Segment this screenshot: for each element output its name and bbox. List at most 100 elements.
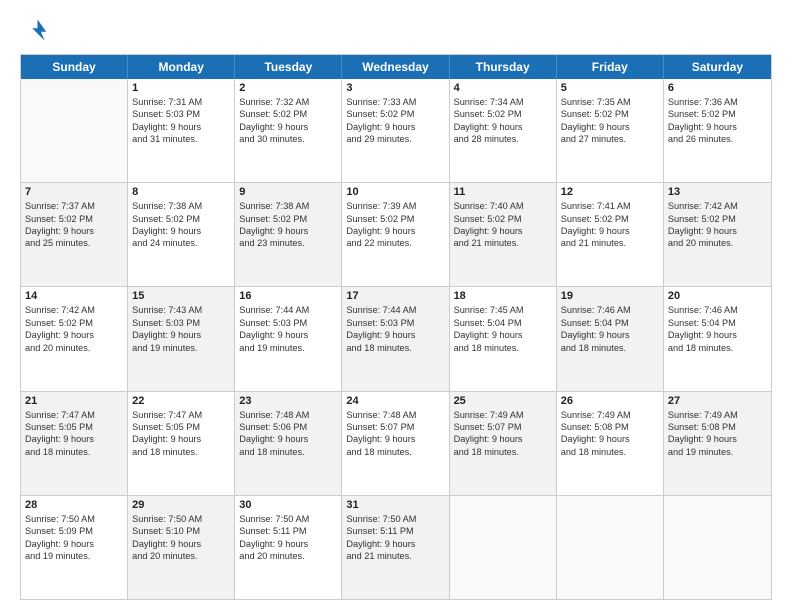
cell-line: Daylight: 9 hours	[561, 329, 659, 341]
day-number: 12	[561, 186, 659, 198]
cell-line: Daylight: 9 hours	[561, 225, 659, 237]
cell-line: and 18 minutes.	[454, 446, 552, 458]
header-cell-wednesday: Wednesday	[342, 55, 449, 79]
calendar-cell: 26Sunrise: 7:49 AMSunset: 5:08 PMDayligh…	[557, 392, 664, 495]
calendar-row: 14Sunrise: 7:42 AMSunset: 5:02 PMDayligh…	[21, 286, 771, 390]
day-number: 21	[25, 395, 123, 407]
cell-line: Sunset: 5:04 PM	[454, 317, 552, 329]
cell-line: and 18 minutes.	[346, 446, 444, 458]
cell-line: and 22 minutes.	[346, 237, 444, 249]
header-cell-sunday: Sunday	[21, 55, 128, 79]
cell-line: Sunset: 5:08 PM	[561, 421, 659, 433]
cell-line: Sunset: 5:11 PM	[346, 525, 444, 537]
calendar-cell: 7Sunrise: 7:37 AMSunset: 5:02 PMDaylight…	[21, 183, 128, 286]
cell-line: Daylight: 9 hours	[25, 225, 123, 237]
cell-line: Daylight: 9 hours	[239, 538, 337, 550]
cell-line: and 19 minutes.	[25, 550, 123, 562]
cell-line: Sunrise: 7:44 AM	[239, 304, 337, 316]
cell-line: Sunset: 5:03 PM	[239, 317, 337, 329]
calendar-cell: 21Sunrise: 7:47 AMSunset: 5:05 PMDayligh…	[21, 392, 128, 495]
logo	[20, 16, 52, 44]
cell-line: Sunrise: 7:50 AM	[25, 513, 123, 525]
cell-line: Daylight: 9 hours	[346, 433, 444, 445]
calendar-cell: 28Sunrise: 7:50 AMSunset: 5:09 PMDayligh…	[21, 496, 128, 599]
cell-line: and 31 minutes.	[132, 133, 230, 145]
calendar-cell	[450, 496, 557, 599]
cell-line: Sunrise: 7:38 AM	[132, 200, 230, 212]
cell-line: Sunset: 5:03 PM	[132, 108, 230, 120]
day-number: 27	[668, 395, 767, 407]
cell-line: Daylight: 9 hours	[454, 329, 552, 341]
calendar-cell: 4Sunrise: 7:34 AMSunset: 5:02 PMDaylight…	[450, 79, 557, 182]
cell-line: Sunset: 5:03 PM	[132, 317, 230, 329]
calendar-cell: 11Sunrise: 7:40 AMSunset: 5:02 PMDayligh…	[450, 183, 557, 286]
calendar-cell: 5Sunrise: 7:35 AMSunset: 5:02 PMDaylight…	[557, 79, 664, 182]
cell-line: Sunset: 5:10 PM	[132, 525, 230, 537]
cell-line: and 18 minutes.	[25, 446, 123, 458]
cell-line: Sunrise: 7:36 AM	[668, 96, 767, 108]
day-number: 20	[668, 290, 767, 302]
calendar-cell: 23Sunrise: 7:48 AMSunset: 5:06 PMDayligh…	[235, 392, 342, 495]
cell-line: Sunset: 5:04 PM	[668, 317, 767, 329]
calendar-cell: 16Sunrise: 7:44 AMSunset: 5:03 PMDayligh…	[235, 287, 342, 390]
calendar-cell: 2Sunrise: 7:32 AMSunset: 5:02 PMDaylight…	[235, 79, 342, 182]
cell-line: and 21 minutes.	[454, 237, 552, 249]
cell-line: and 18 minutes.	[132, 446, 230, 458]
cell-line: Sunset: 5:03 PM	[346, 317, 444, 329]
cell-line: Daylight: 9 hours	[346, 538, 444, 550]
cell-line: Daylight: 9 hours	[132, 329, 230, 341]
calendar-row: 28Sunrise: 7:50 AMSunset: 5:09 PMDayligh…	[21, 495, 771, 599]
cell-line: Sunset: 5:02 PM	[346, 213, 444, 225]
cell-line: and 18 minutes.	[561, 446, 659, 458]
day-number: 8	[132, 186, 230, 198]
cell-line: and 19 minutes.	[239, 342, 337, 354]
cell-line: Sunrise: 7:42 AM	[25, 304, 123, 316]
header-cell-monday: Monday	[128, 55, 235, 79]
cell-line: Sunrise: 7:35 AM	[561, 96, 659, 108]
cell-line: and 21 minutes.	[346, 550, 444, 562]
day-number: 10	[346, 186, 444, 198]
cell-line: Sunrise: 7:41 AM	[561, 200, 659, 212]
cell-line: Sunset: 5:05 PM	[25, 421, 123, 433]
cell-line: Sunset: 5:08 PM	[668, 421, 767, 433]
cell-line: Daylight: 9 hours	[454, 225, 552, 237]
logo-icon	[20, 16, 48, 44]
day-number: 16	[239, 290, 337, 302]
day-number: 26	[561, 395, 659, 407]
cell-line: Sunrise: 7:47 AM	[132, 409, 230, 421]
cell-line: Daylight: 9 hours	[668, 329, 767, 341]
calendar-cell: 20Sunrise: 7:46 AMSunset: 5:04 PMDayligh…	[664, 287, 771, 390]
cell-line: Daylight: 9 hours	[668, 121, 767, 133]
cell-line: Daylight: 9 hours	[668, 225, 767, 237]
cell-line: and 23 minutes.	[239, 237, 337, 249]
cell-line: Sunrise: 7:49 AM	[454, 409, 552, 421]
cell-line: Sunrise: 7:44 AM	[346, 304, 444, 316]
cell-line: Daylight: 9 hours	[454, 121, 552, 133]
cell-line: Sunrise: 7:49 AM	[561, 409, 659, 421]
cell-line: Sunset: 5:02 PM	[668, 108, 767, 120]
day-number: 30	[239, 499, 337, 511]
cell-line: Daylight: 9 hours	[239, 225, 337, 237]
day-number: 23	[239, 395, 337, 407]
calendar-cell: 19Sunrise: 7:46 AMSunset: 5:04 PMDayligh…	[557, 287, 664, 390]
cell-line: and 21 minutes.	[561, 237, 659, 249]
cell-line: Daylight: 9 hours	[454, 433, 552, 445]
day-number: 4	[454, 82, 552, 94]
day-number: 1	[132, 82, 230, 94]
day-number: 17	[346, 290, 444, 302]
cell-line: Sunrise: 7:47 AM	[25, 409, 123, 421]
cell-line: Sunrise: 7:37 AM	[25, 200, 123, 212]
header	[20, 16, 772, 44]
cell-line: Sunset: 5:05 PM	[132, 421, 230, 433]
calendar-cell: 30Sunrise: 7:50 AMSunset: 5:11 PMDayligh…	[235, 496, 342, 599]
cell-line: Sunset: 5:09 PM	[25, 525, 123, 537]
day-number: 13	[668, 186, 767, 198]
calendar-cell: 13Sunrise: 7:42 AMSunset: 5:02 PMDayligh…	[664, 183, 771, 286]
day-number: 25	[454, 395, 552, 407]
day-number: 7	[25, 186, 123, 198]
day-number: 31	[346, 499, 444, 511]
cell-line: Sunset: 5:07 PM	[346, 421, 444, 433]
calendar-cell: 6Sunrise: 7:36 AMSunset: 5:02 PMDaylight…	[664, 79, 771, 182]
cell-line: and 24 minutes.	[132, 237, 230, 249]
cell-line: Sunset: 5:02 PM	[668, 213, 767, 225]
